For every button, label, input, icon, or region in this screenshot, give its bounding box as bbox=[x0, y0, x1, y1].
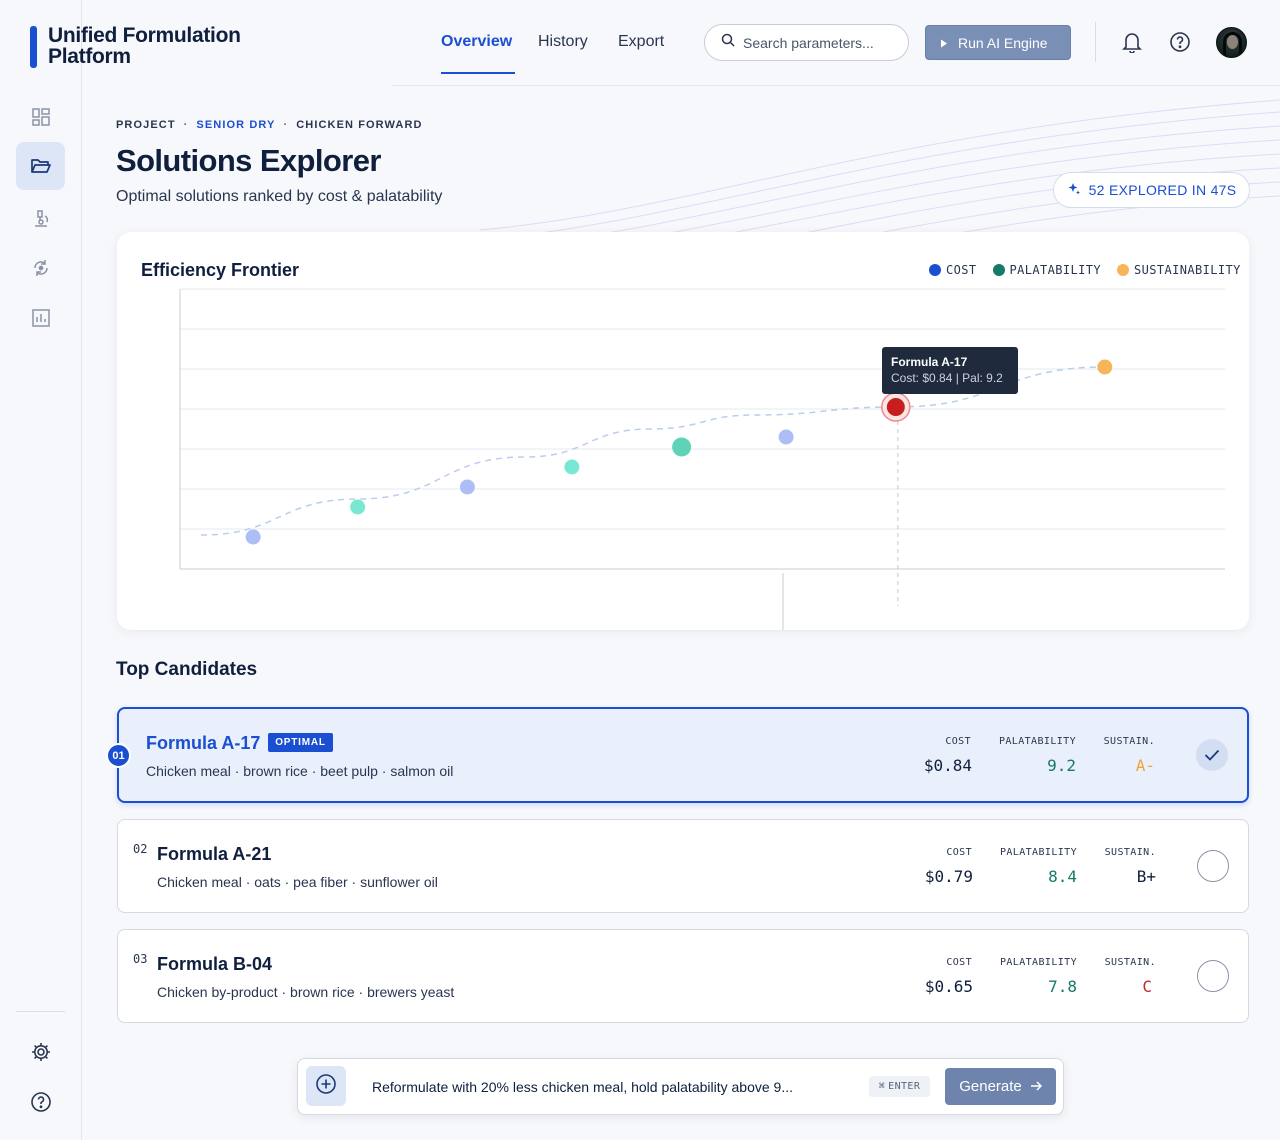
chart-tooltip: Formula A-17 Cost: $0.84 | Pal: 9.2 bbox=[882, 347, 1018, 394]
sparkle-icon bbox=[1067, 182, 1081, 199]
sustainability-label: SUSTAIN. bbox=[1104, 957, 1156, 968]
prompt-input[interactable]: Reformulate with 20% less chicken meal, … bbox=[372, 1079, 852, 1095]
bell-icon[interactable] bbox=[1120, 30, 1144, 54]
cost-label: COST bbox=[945, 736, 971, 747]
help-icon[interactable] bbox=[16, 1078, 65, 1126]
sustainability-value: C bbox=[1142, 977, 1152, 996]
command-key-icon: ⌘ bbox=[878, 1081, 886, 1092]
header-vertical-divider bbox=[1095, 22, 1096, 62]
candidate-ingredients: Chicken meal · oats · pea fiber · sunflo… bbox=[157, 874, 438, 890]
palatability-label: PALATABILITY bbox=[999, 847, 1077, 858]
highlight-point bbox=[886, 398, 905, 416]
palatability-value: 8.4 bbox=[1048, 867, 1077, 886]
tab-history[interactable]: History bbox=[538, 33, 588, 51]
candidate-card-a21[interactable] bbox=[117, 819, 1249, 913]
candidate-name: Formula A-17 bbox=[146, 733, 261, 753]
sidebar-divider bbox=[16, 1011, 65, 1012]
play-icon bbox=[940, 35, 948, 51]
palatability-value: 9.2 bbox=[1047, 756, 1076, 775]
page-title: Solutions Explorer bbox=[116, 143, 381, 178]
data-point-palatability bbox=[672, 437, 692, 457]
rank-number: 03 bbox=[133, 952, 148, 966]
breadcrumb-chicken-forward: CHICKEN FORWARD bbox=[296, 119, 423, 131]
palatability-label: PALATABILITY bbox=[999, 957, 1077, 968]
breadcrumb-project[interactable]: PROJECT bbox=[116, 119, 176, 131]
rank-number: 02 bbox=[133, 842, 148, 856]
bar-chart-icon[interactable] bbox=[16, 294, 65, 342]
candidate-name: Formula A-21 bbox=[157, 844, 272, 864]
efficiency-frontier-chart[interactable] bbox=[117, 232, 1249, 630]
dashboard-icon[interactable] bbox=[16, 93, 65, 141]
generate-button[interactable]: Generate bbox=[945, 1068, 1056, 1105]
data-point-palatability bbox=[350, 499, 366, 515]
explored-text: 52 EXPLORED IN 47S bbox=[1088, 182, 1237, 198]
cost-value: $0.65 bbox=[924, 977, 973, 996]
plus-circle-icon bbox=[315, 1073, 337, 1100]
help-circle-icon[interactable] bbox=[1168, 30, 1192, 54]
search-icon bbox=[721, 33, 735, 52]
header-divider bbox=[392, 85, 1280, 86]
shortcut-label: ENTER bbox=[888, 1081, 921, 1092]
brand-accent-bar bbox=[30, 26, 37, 68]
cost-label: COST bbox=[946, 847, 972, 858]
data-point-sustainability bbox=[1097, 359, 1113, 375]
optimal-badge: OPTIMAL bbox=[268, 733, 333, 752]
select-radio[interactable] bbox=[1197, 960, 1229, 992]
user-avatar[interactable] bbox=[1216, 27, 1247, 58]
search-input[interactable] bbox=[743, 34, 893, 51]
cost-label: COST bbox=[946, 957, 972, 968]
arrow-right-icon bbox=[1030, 1078, 1042, 1095]
generate-label: Generate bbox=[959, 1078, 1022, 1095]
palatability-value: 7.8 bbox=[1048, 977, 1077, 996]
breadcrumb-senior-dry[interactable]: SENIOR DRY bbox=[196, 119, 275, 131]
candidate-name: Formula B-04 bbox=[157, 954, 273, 974]
settings-gear-icon[interactable] bbox=[16, 1028, 65, 1076]
folder-open-icon[interactable] bbox=[16, 142, 65, 190]
search-box[interactable] bbox=[704, 24, 909, 61]
breadcrumb-separator: · bbox=[183, 119, 189, 131]
sidebar bbox=[0, 0, 82, 1140]
tab-overview[interactable]: Overview bbox=[441, 33, 512, 51]
tab-export[interactable]: Export bbox=[618, 33, 664, 51]
page-subtitle: Optimal solutions ranked by cost & palat… bbox=[116, 188, 443, 205]
tooltip-title: Formula A-17 bbox=[891, 355, 968, 369]
data-point-cost bbox=[459, 479, 475, 495]
cycle-icon[interactable] bbox=[16, 244, 65, 292]
tooltip-detail: Cost: $0.84 | Pal: 9.2 bbox=[891, 371, 1003, 385]
palatability-label: PALATABILITY bbox=[998, 736, 1076, 747]
brand-line-1: Unified Formulation bbox=[48, 24, 241, 47]
sustainability-value: A- bbox=[1135, 756, 1155, 775]
sustainability-label: SUSTAIN. bbox=[1103, 736, 1155, 747]
explored-status-badge: 52 EXPLORED IN 47S bbox=[1053, 172, 1250, 208]
keyboard-shortcut-hint: ⌘ ENTER bbox=[869, 1076, 930, 1097]
candidate-ingredients: Chicken by-product · brown rice · brewer… bbox=[157, 984, 455, 1000]
rank-badge: 01 bbox=[106, 743, 131, 768]
sustainability-value: B+ bbox=[1136, 867, 1156, 886]
run-ai-engine-button[interactable]: Run AI Engine bbox=[925, 25, 1071, 60]
sustainability-label: SUSTAIN. bbox=[1104, 847, 1156, 858]
brand-line-2: Platform bbox=[48, 45, 131, 68]
run-ai-engine-label: Run AI Engine bbox=[958, 34, 1048, 51]
data-point-cost bbox=[778, 429, 794, 445]
add-context-button[interactable] bbox=[306, 1066, 346, 1106]
selected-check-icon[interactable] bbox=[1196, 739, 1228, 771]
candidate-card-a17[interactable] bbox=[117, 707, 1249, 803]
app-brand[interactable]: Unified Formulation Platform bbox=[48, 25, 288, 67]
cost-value: $0.84 bbox=[923, 756, 972, 775]
active-tab-indicator bbox=[441, 72, 515, 74]
data-point-cost bbox=[245, 529, 261, 545]
top-candidates-heading: Top Candidates bbox=[116, 659, 258, 680]
microscope-icon[interactable] bbox=[16, 194, 65, 242]
candidate-ingredients: Chicken meal · brown rice · beet pulp · … bbox=[146, 763, 454, 779]
candidate-card-b04[interactable] bbox=[117, 929, 1249, 1023]
data-point-palatability bbox=[564, 459, 580, 475]
breadcrumb: PROJECT · SENIOR DRY · CHICKEN FORWARD bbox=[116, 119, 423, 131]
cost-value: $0.79 bbox=[924, 867, 973, 886]
select-radio[interactable] bbox=[1197, 850, 1229, 882]
breadcrumb-separator: · bbox=[283, 119, 289, 131]
